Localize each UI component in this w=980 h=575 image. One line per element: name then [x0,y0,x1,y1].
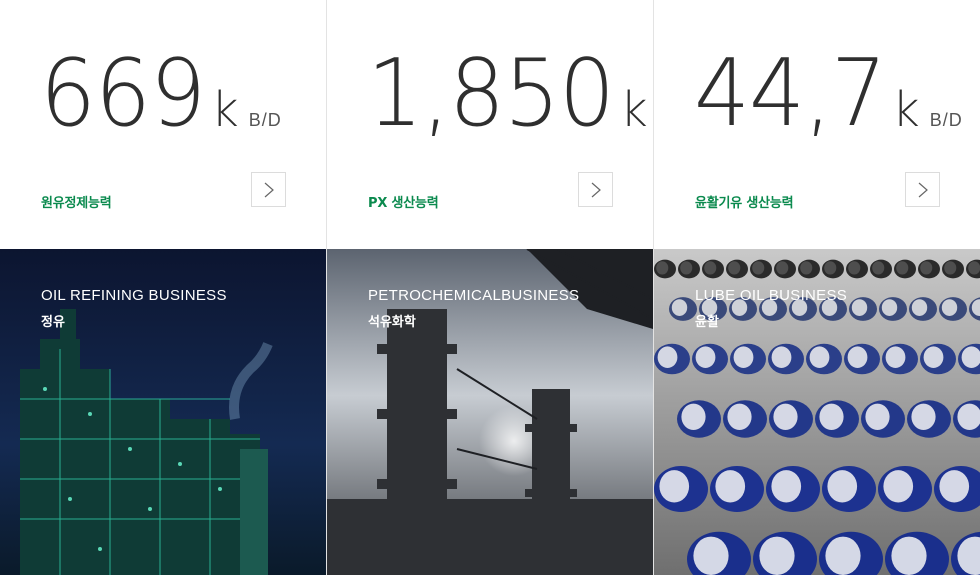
refining-subtitle: 정유 [41,315,65,330]
lube-stat: 44,7 k B/D 윤활기유 생산능력 [654,0,980,249]
capacity-unit: B/D [929,110,963,130]
capacity-k: k [891,82,920,138]
petrochemical-title: PETROCHEMICALBUSINESS [368,287,580,304]
refining-photo[interactable]: OIL REFINING BUSINESS 정유 [0,249,326,575]
refining-caption: 원유정제능력 [41,196,112,211]
petrochemical-panel: 1,850kt PX 생산능력 [327,0,654,575]
capacity-unit: B/D [248,110,282,130]
capacity-number: 669 [40,39,206,148]
px-capacity-value: 1,850kt [367,43,653,144]
business-grid: 669 k B/D 원유정제능력 OIL REFINING BUSINESS 정… [0,0,980,575]
refining-more-button[interactable] [251,172,286,207]
lube-subtitle: 윤활 [695,315,719,330]
lube-caption: 윤활기유 생산능력 [695,196,794,211]
chevron-right-icon [918,182,928,198]
lube-photo[interactable]: LUBE OIL BUSINESS 윤활 [654,249,980,575]
capacity-number: 1,850 [367,39,615,148]
petrochemical-photo[interactable]: PETROCHEMICALBUSINESS 석유화학 [327,249,653,575]
petrochemical-subtitle: 석유화학 [368,315,416,330]
petrochemical-stat: 1,850kt PX 생산능력 [327,0,653,249]
capacity-k: k [210,82,239,138]
chevron-right-icon [264,182,274,198]
petrochemical-more-button[interactable] [578,172,613,207]
chevron-right-icon [591,182,601,198]
lube-more-button[interactable] [905,172,940,207]
capacity-k: k [619,82,648,138]
capacity-number: 44,7 [694,39,887,148]
px-caption: PX 생산능력 [368,196,439,211]
lube-panel: 44,7 k B/D 윤활기유 생산능력 LUBE OIL BUSINESS 윤… [654,0,980,575]
lube-capacity-value: 44,7 k B/D [694,43,963,144]
refining-title: OIL REFINING BUSINESS [41,287,227,304]
refining-panel: 669 k B/D 원유정제능력 OIL REFINING BUSINESS 정… [0,0,327,575]
lube-title: LUBE OIL BUSINESS [695,287,848,304]
refining-stat: 669 k B/D 원유정제능력 [0,0,326,249]
refining-capacity-value: 669 k B/D [40,43,282,144]
